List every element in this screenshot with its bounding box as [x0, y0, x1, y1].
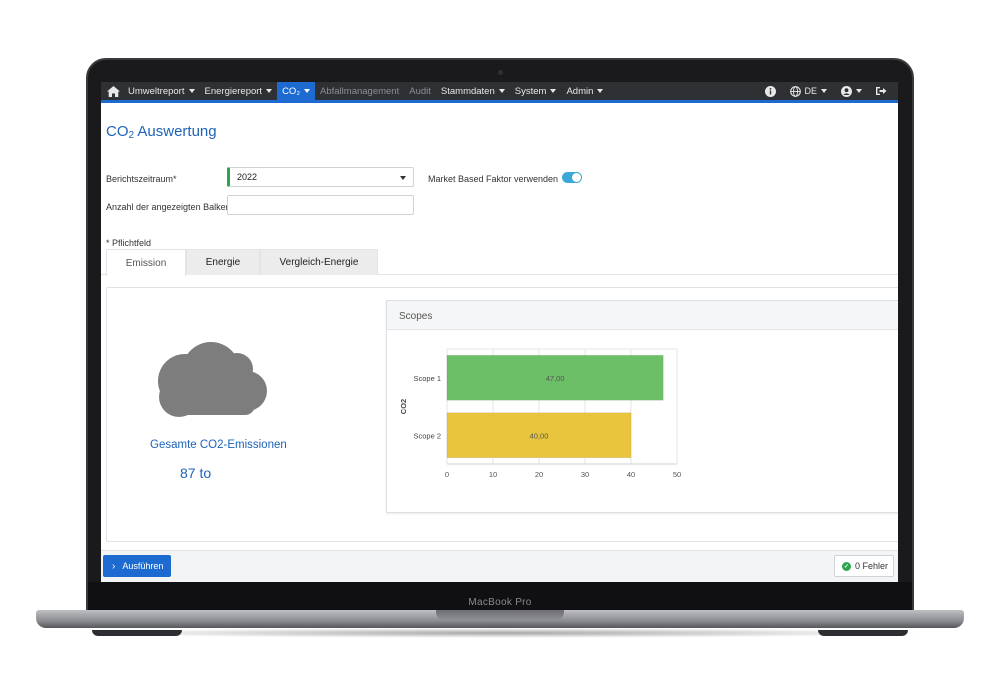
period-select[interactable]: 2022 [227, 167, 414, 187]
market-factor-label: Market Based Faktor verwenden [428, 174, 559, 184]
bar-value-label: 40,00 [530, 431, 549, 440]
info-icon[interactable] [758, 82, 783, 100]
nav-admin[interactable]: Admin [561, 82, 608, 100]
language-label: DE [804, 86, 817, 96]
tab-emission[interactable]: Emission [106, 249, 186, 276]
errors-button[interactable]: ✓ 0 Fehler [834, 555, 894, 577]
scopes-chart-card: Scopes 0 10 20 30 40 50 47,00 Scope 1 40,00 Scope… [386, 300, 898, 513]
nav-co2[interactable]: CO₂ [277, 82, 316, 100]
tab-vergleich-energie[interactable]: Vergleich-Energie [260, 249, 378, 275]
caret-down-icon [304, 89, 311, 93]
chevron-right-icon: › [112, 560, 116, 572]
x-tick-label: 20 [535, 470, 543, 479]
x-tick-label: 40 [627, 470, 635, 479]
nav-system[interactable]: System [510, 82, 562, 100]
caret-down-icon [550, 89, 557, 93]
nav-stammdaten-label: Stammdaten [440, 85, 495, 97]
bars-count-input[interactable] [227, 195, 414, 215]
tab-bar: Emission Energie Vergleich-Energie [101, 249, 898, 276]
user-circle-icon [841, 85, 852, 97]
navbar-right: DE [758, 82, 894, 100]
cloud-icon [149, 333, 279, 428]
toggle-knob [572, 173, 581, 182]
app-screen: Umweltreport Energiereport CO₂ Abfallman… [101, 82, 898, 582]
category-label: Scope 1 [413, 374, 441, 383]
footer-bar: › Ausführen ✓ 0 Fehler [101, 550, 898, 582]
caret-down-icon [498, 89, 505, 93]
nav-abfallmanagement[interactable]: Abfallmanagement [315, 82, 404, 100]
check-circle-icon: ✓ [842, 561, 851, 571]
x-tick-label: 10 [489, 470, 497, 479]
camera-dot [498, 70, 503, 75]
page-title: CO2 Auswertung [106, 123, 217, 141]
chart-title: Scopes [387, 301, 898, 330]
nav-energiereport[interactable]: Energiereport [200, 82, 278, 100]
tab-energie[interactable]: Energie [186, 249, 260, 275]
laptop-foot-left [92, 630, 182, 636]
market-factor-toggle[interactable] [562, 172, 582, 183]
caret-down-icon [266, 89, 273, 93]
scopes-bar-chart: 0 10 20 30 40 50 47,00 Scope 1 40,00 Scope 2 CO2 [399, 348, 681, 479]
run-button-label: Ausführen [122, 561, 164, 571]
caret-down-icon [188, 89, 195, 93]
required-note: * Pflichtfeld [106, 238, 152, 248]
nav-co2-label: CO₂ [282, 85, 301, 97]
nav-audit-label: Audit [409, 85, 431, 97]
language-selector[interactable]: DE [783, 82, 834, 100]
nav-umweltreport[interactable]: Umweltreport [123, 82, 200, 100]
laptop-notch [436, 610, 564, 620]
nav-stammdaten[interactable]: Stammdaten [436, 82, 510, 100]
nav-abfallmanagement-label: Abfallmanagement [320, 85, 400, 97]
emission-total-label: Gesamte CO2-Emissionen [150, 439, 287, 451]
category-label: Scope 2 [413, 431, 441, 440]
y-axis-label: CO2 [399, 399, 408, 414]
laptop-shadow [70, 628, 930, 638]
nav-umweltreport-label: Umweltreport [128, 85, 185, 97]
caret-down-icon [856, 89, 862, 93]
caret-down-icon [597, 89, 604, 93]
nav-admin-label: Admin [566, 85, 594, 97]
emission-total-value: 87 to [180, 465, 212, 481]
x-tick-label: 0 [445, 470, 449, 479]
nav-audit[interactable]: Audit [404, 82, 436, 100]
globe-icon [790, 85, 802, 97]
device-label: MacBook Pro [468, 597, 532, 608]
page-title-rest: Auswertung [134, 123, 217, 140]
bars-count-label: Anzahl der angezeigten Balken [106, 202, 231, 212]
x-tick-label: 50 [673, 470, 681, 479]
top-navbar: Umweltreport Energiereport CO₂ Abfallman… [101, 82, 898, 103]
laptop-foot-right [818, 630, 908, 636]
nav-energiereport-label: Energiereport [204, 85, 263, 97]
period-label: Berichtszeitraum* [106, 174, 177, 184]
home-icon[interactable] [103, 82, 123, 100]
emission-panel: Gesamte CO2-Emissionen 87 to Scopes 0 10 2… [106, 287, 898, 542]
page-title-main: CO [106, 123, 129, 140]
logout-icon[interactable] [869, 82, 894, 100]
nav-system-label: System [514, 85, 547, 97]
caret-down-icon [400, 176, 406, 180]
user-menu[interactable] [834, 82, 869, 100]
errors-button-label: 0 Fehler [855, 561, 889, 571]
run-button[interactable]: › Ausführen [103, 555, 171, 577]
bar-value-label: 47,00 [546, 374, 565, 383]
x-tick-label: 30 [581, 470, 589, 479]
period-select-value: 2022 [237, 172, 258, 182]
caret-down-icon [821, 89, 827, 93]
